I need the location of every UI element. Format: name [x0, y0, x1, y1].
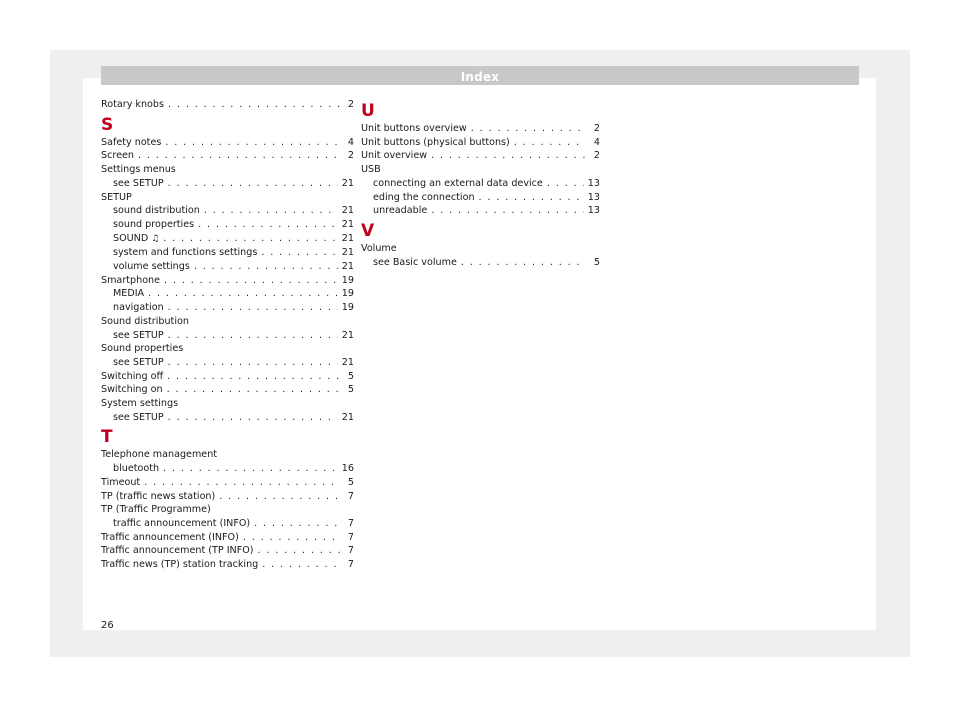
index-entry: Telephone management: [101, 449, 218, 461]
index-subentry: sound properties21: [101, 218, 354, 232]
leader-dots: [168, 98, 340, 112]
index-entry: Unit buttons (physical buttons)4: [361, 136, 600, 150]
index-subentry: system and functions settings21: [101, 246, 354, 260]
index-entry: System settings: [101, 398, 179, 410]
page-number: 26: [101, 620, 114, 631]
index-subentry: SOUND♫21: [101, 232, 354, 247]
index-subentry: see SETUP21: [101, 411, 354, 425]
index-entry: Safety notes4: [101, 136, 354, 150]
index-entry: Traffic announcement (INFO)7: [101, 531, 354, 545]
page-title: Index: [460, 70, 500, 84]
section-letter-s: S: [101, 114, 114, 135]
index-subentry: traffic announcement (INFO)7: [101, 517, 354, 531]
index-column-left: Rotary knobs 2 S Safety notes4 Screen2 Se…: [101, 98, 354, 572]
index-subentry: navigation19: [101, 301, 354, 315]
index-entry: Traffic announcement (TP INFO)7: [101, 544, 354, 558]
index-entry: Rotary knobs 2: [101, 98, 354, 112]
index-entry: Settings menus: [101, 164, 176, 176]
index-subentry: bluetooth16: [101, 462, 354, 476]
index-entry: Volume: [361, 242, 397, 254]
index-subentry: volume settings21: [101, 260, 354, 274]
entry-text: Rotary knobs: [101, 99, 165, 110]
index-subentry: see SETUP21: [101, 329, 354, 343]
index-subentry: sound distribution21: [101, 204, 354, 218]
section-letter-v: V: [361, 220, 375, 241]
index-entry: USB: [361, 164, 381, 176]
index-entry: Timeout5: [101, 476, 354, 490]
entry-page: 2: [347, 99, 354, 110]
index-entry: Traffic news (TP) station tracking7: [101, 558, 354, 572]
index-entry: Switching on5: [101, 383, 354, 397]
section-letter-u: U: [361, 101, 375, 121]
index-subentry: MEDIA19: [101, 287, 354, 301]
index-entry: Screen2: [101, 149, 354, 163]
index-entry: Smartphone19: [101, 274, 354, 288]
index-subentry: see SETUP21: [101, 356, 354, 370]
index-entry: Sound properties: [101, 343, 184, 355]
index-entry: TP (Traffic Programme): [101, 504, 211, 516]
index-subentry: see Basic volume5: [361, 256, 600, 270]
index-subentry: see SETUP21: [101, 177, 354, 191]
index-column-right: U Unit buttons overview2 Unit buttons (p…: [361, 98, 600, 269]
index-entry: Unit buttons overview2: [361, 122, 600, 136]
section-letter-t: T: [101, 427, 113, 448]
index-entry: Switching off5: [101, 370, 354, 384]
index-subentry: eding the connection13: [361, 191, 600, 205]
index-entry: Sound distribution: [101, 315, 189, 327]
index-subentry: connecting an external data device13: [361, 177, 600, 191]
index-entry: Unit overview2: [361, 149, 600, 163]
index-entry: SETUP: [101, 191, 132, 203]
index-header: Index: [101, 66, 859, 85]
index-entry: TP (traffic news station)7: [101, 490, 354, 504]
music-note-icon: ♫: [151, 233, 160, 244]
index-subentry: unreadable13: [361, 204, 600, 218]
